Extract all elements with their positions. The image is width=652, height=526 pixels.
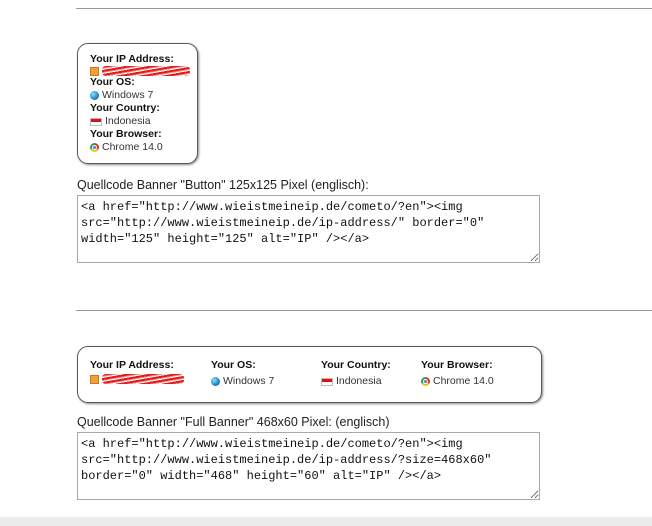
windows-logo-icon bbox=[90, 91, 99, 100]
ip-address-icon bbox=[90, 66, 99, 76]
top-divider bbox=[76, 8, 652, 9]
full-banner-preview[interactable]: Your IP Address: Your OS: Windows 7 Your… bbox=[77, 346, 542, 403]
redacted-ip-scribble bbox=[102, 374, 184, 384]
bottom-gray-strip bbox=[0, 517, 652, 526]
button-banner-caption: Quellcode Banner "Button" 125x125 Pixel … bbox=[77, 178, 369, 192]
full-ip-value bbox=[90, 374, 184, 384]
indonesia-flag-icon bbox=[321, 377, 333, 386]
browser-value: Chrome 14.0 bbox=[90, 141, 197, 154]
full-ip-label: Your IP Address: bbox=[90, 359, 174, 371]
button-banner-preview[interactable]: Your IP Address: Your OS: Windows 7 Your… bbox=[77, 43, 198, 164]
full-browser-value: Chrome 14.0 bbox=[421, 374, 494, 389]
full-country-value: Indonesia bbox=[321, 374, 391, 389]
button-banner-code-textarea[interactable]: <a href="http://www.wieistmeineip.de/com… bbox=[77, 195, 540, 263]
full-browser-value-text: Chrome 14.0 bbox=[433, 375, 494, 387]
ip-address-value bbox=[90, 66, 197, 76]
os-value: Windows 7 bbox=[90, 89, 197, 102]
browser-label: Your Browser: bbox=[90, 128, 162, 140]
windows-logo-icon bbox=[211, 377, 220, 386]
redacted-ip-scribble bbox=[102, 66, 190, 76]
indonesia-flag-icon bbox=[90, 117, 102, 126]
full-ip-column: Your IP Address: bbox=[90, 358, 184, 384]
os-value-text: Windows 7 bbox=[102, 89, 154, 101]
full-country-value-text: Indonesia bbox=[336, 375, 382, 387]
chrome-logo-icon bbox=[421, 377, 430, 386]
country-value: Indonesia bbox=[90, 115, 197, 128]
country-label: Your Country: bbox=[90, 102, 160, 114]
full-banner-code-textarea[interactable]: <a href="http://www.wieistmeineip.de/com… bbox=[77, 432, 540, 500]
country-value-text: Indonesia bbox=[105, 115, 151, 127]
full-browser-label: Your Browser: bbox=[421, 359, 493, 371]
full-os-value: Windows 7 bbox=[211, 374, 274, 389]
os-label: Your OS: bbox=[90, 76, 135, 88]
full-banner-caption: Quellcode Banner "Full Banner" 468x60 Pi… bbox=[77, 415, 390, 429]
ip-address-icon bbox=[90, 374, 99, 384]
full-country-column: Your Country: Indonesia bbox=[321, 358, 391, 389]
middle-divider bbox=[76, 310, 652, 311]
full-os-label: Your OS: bbox=[211, 359, 256, 371]
browser-value-text: Chrome 14.0 bbox=[102, 141, 163, 153]
full-os-column: Your OS: Windows 7 bbox=[211, 358, 274, 389]
chrome-logo-icon bbox=[90, 143, 99, 152]
full-os-value-text: Windows 7 bbox=[223, 375, 275, 387]
full-country-label: Your Country: bbox=[321, 359, 391, 371]
full-browser-column: Your Browser: Chrome 14.0 bbox=[421, 358, 494, 389]
ip-address-label: Your IP Address: bbox=[90, 53, 174, 65]
